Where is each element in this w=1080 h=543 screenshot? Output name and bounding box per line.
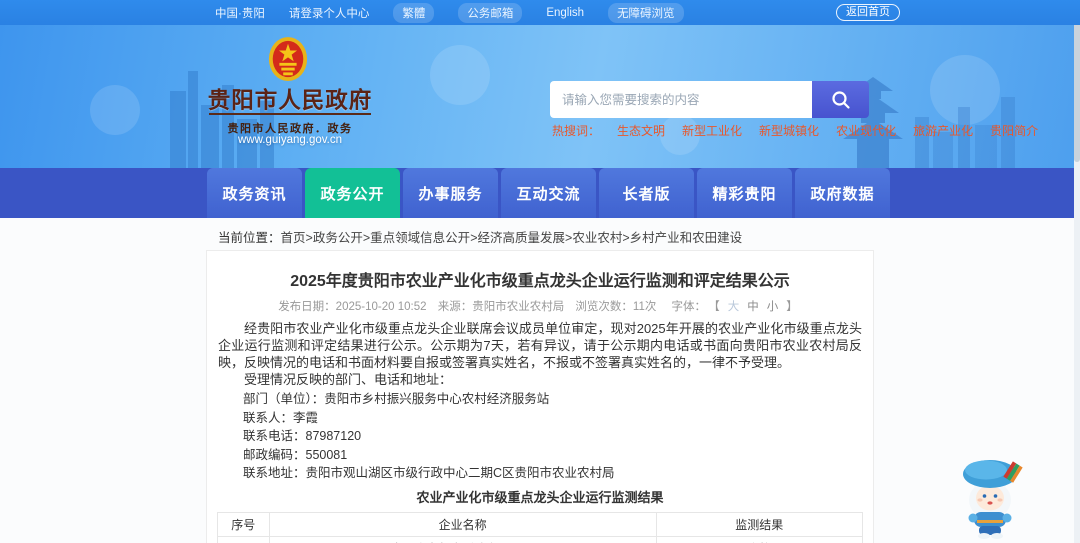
- site-subtitle: 贵阳市人民政府．政务: [209, 113, 371, 136]
- table-cell: 1: [217, 535, 270, 543]
- nav-tab[interactable]: 互动交流: [501, 168, 596, 218]
- table-header-row: 序号 企业名称 监测结果: [217, 511, 864, 537]
- table-header-cell: 企业名称: [268, 511, 657, 537]
- topbar-link[interactable]: 请登录个人中心: [289, 5, 370, 21]
- mascot-icon[interactable]: [950, 450, 1034, 540]
- search-input[interactable]: [550, 81, 812, 118]
- breadcrumb-path: 首页>政务公开>重点领域信息公开>经济高质量发展>农业农村>乡村产业和农田建设: [280, 231, 743, 245]
- article-paragraph: 经贵阳市农业产业化市级重点龙头企业联席会议成员单位审定，现对2025年开展的农业…: [218, 321, 862, 370]
- nav-tab[interactable]: 精彩贵阳: [697, 168, 792, 218]
- nav-tab[interactable]: 政务资讯: [207, 168, 302, 218]
- national-emblem-icon: [268, 37, 308, 81]
- return-home-button[interactable]: 返回首页: [836, 4, 900, 21]
- breadcrumb-segment[interactable]: 乡村产业和农田建设: [630, 231, 743, 245]
- contact-info: 部门（单位）：贵阳市乡村振兴服务中心农村经济服务站 联系人：李霞联系电话：8798…: [218, 390, 862, 483]
- nav-tabs: 政务资讯 政务公开 办事服务 互动交流 长者版 精彩贵阳 政府数据: [207, 168, 890, 218]
- table-cell: 合格: [655, 535, 864, 543]
- scrollbar-track[interactable]: [1074, 0, 1080, 543]
- breadcrumb-segment[interactable]: 农业农村: [572, 231, 622, 245]
- contact-line: 部门（单位）：贵阳市乡村振兴服务中心农村经济服务站: [243, 392, 550, 406]
- search-icon: [831, 90, 850, 109]
- table-header-cell: 监测结果: [655, 511, 864, 537]
- table-cell: 贵州合力超市采购有限公司: [268, 535, 657, 543]
- hot-search-word[interactable]: 旅游产业化: [913, 122, 973, 139]
- font-size-small[interactable]: 小: [767, 301, 779, 313]
- main-nav: 政务资讯 政务公开 办事服务 互动交流 长者版 精彩贵阳 政府数据: [0, 168, 1080, 218]
- nav-tab[interactable]: 政府数据: [795, 168, 890, 218]
- article-paragraph: 受理情况反映的部门、电话和地址：: [244, 372, 453, 387]
- source: 来源：贵阳市农业农村局: [437, 301, 565, 313]
- search-button[interactable]: [812, 81, 869, 118]
- contact-line: 联系电话：87987120: [243, 429, 362, 443]
- publish-date: 发布日期：2025-10-20 10:52: [278, 301, 427, 313]
- header-banner: 贵阳市人民政府 贵阳市人民政府．政务 www.guiyang.gov.cn 热搜…: [0, 25, 1080, 168]
- scrollbar-thumb[interactable]: [1074, 22, 1080, 162]
- top-bar: 中国·贵阳 请登录个人中心 繁體 公务邮箱 English 无障碍浏览 返回首页: [0, 0, 1080, 25]
- article-title: 2025年度贵阳市农业产业化市级重点龙头企业运行监测和评定结果公示: [290, 273, 790, 290]
- bokeh-decoration: [430, 45, 490, 105]
- site-title[interactable]: 贵阳市人民政府: [205, 83, 375, 115]
- topbar-link[interactable]: 无障碍浏览: [608, 2, 684, 23]
- hot-search-label: 热搜词：: [552, 124, 601, 138]
- breadcrumb-segment[interactable]: 政务公开: [313, 231, 363, 245]
- contact-line: 联系人：李霞: [243, 410, 319, 425]
- article-card: 2025年度贵阳市农业产业化市级重点龙头企业运行监测和评定结果公示 发布日期：2…: [206, 250, 874, 543]
- table-header-cell: 序号: [217, 511, 270, 537]
- article-meta: 发布日期：2025-10-20 10:52 来源：贵阳市农业农村局 浏览次数：1…: [207, 298, 873, 314]
- font-size-large[interactable]: 大: [728, 301, 740, 313]
- contact-line: 联系地址：贵阳市观山湖区市级行政中心二期C区贵阳市农业农村局: [243, 466, 615, 480]
- table-row: 1贵州合力超市采购有限公司合格: [217, 535, 864, 543]
- nav-tab[interactable]: 长者版: [599, 168, 694, 218]
- breadcrumb-label: 当前位置：: [218, 231, 281, 245]
- site-url: www.guiyang.gov.cn: [238, 134, 342, 146]
- nav-tab[interactable]: 政务公开: [305, 168, 400, 218]
- topbar-link[interactable]: English: [546, 7, 584, 19]
- bokeh-decoration: [90, 85, 140, 135]
- breadcrumb-segment[interactable]: 重点领域信息公开: [370, 231, 470, 245]
- breadcrumb: 当前位置：首页>政务公开>重点领域信息公开>经济高质量发展>农业农村>乡村产业和…: [218, 227, 742, 246]
- hot-search-word[interactable]: 新型城镇化: [759, 122, 819, 139]
- nav-tab[interactable]: 办事服务: [403, 168, 498, 218]
- hot-search-word[interactable]: 贵阳简介: [990, 122, 1038, 139]
- contact-line: 邮政编码：550081: [243, 447, 348, 462]
- breadcrumb-segment[interactable]: 经济高质量发展: [478, 231, 566, 245]
- hot-search-word[interactable]: 生态文明: [617, 122, 665, 139]
- monitor-result-table: 序号企业名称监测结果 1贵州合力超市采购有限公司合格2贵州友禾种业有限公司合格3…: [217, 511, 864, 543]
- breadcrumb-segment[interactable]: 首页: [281, 231, 306, 245]
- topbar-link[interactable]: 中国·贵阳: [215, 5, 265, 21]
- monitor-table-title: 农业产业化市级重点龙头企业运行监测结果: [416, 489, 664, 505]
- hot-search-word[interactable]: 农业现代化: [836, 122, 896, 139]
- topbar-link[interactable]: 公务邮箱: [458, 2, 523, 23]
- hot-search-word[interactable]: 新型工业化: [682, 122, 742, 139]
- font-size-widget: 字体：【大中小】: [671, 301, 798, 313]
- view-count: 浏览次数：11次: [575, 301, 657, 313]
- font-size-medium[interactable]: 中: [747, 301, 759, 313]
- hot-search-row: 热搜词： 生态文明 新型工业化 新型城镇化 农业现代化 旅游产业化 贵阳简介: [552, 122, 1038, 139]
- topbar-link[interactable]: 繁體: [393, 2, 435, 23]
- article-body: 经贵阳市农业产业化市级重点龙头企业联席会议成员单位审定，现对2025年开展的农业…: [218, 320, 862, 388]
- topbar-links: 中国·贵阳 请登录个人中心 繁體 公务邮箱 English 无障碍浏览: [215, 0, 684, 25]
